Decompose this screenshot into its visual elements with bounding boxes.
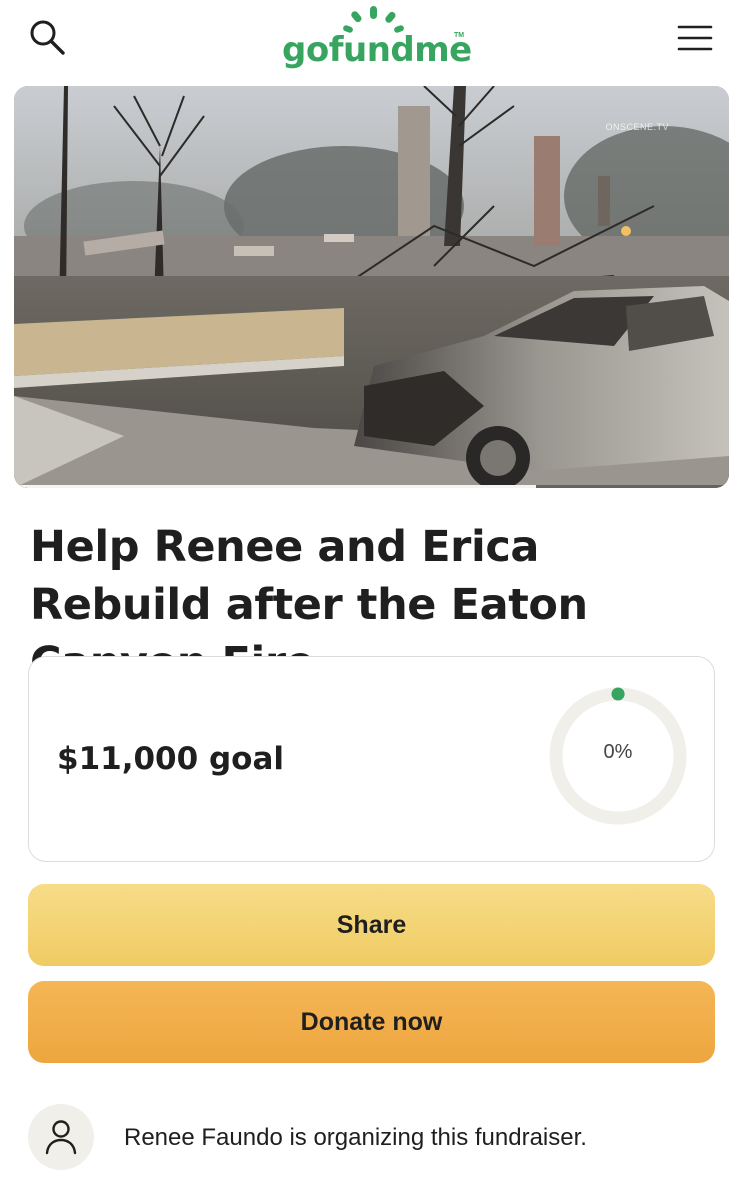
share-button[interactable]: Share — [28, 884, 715, 966]
fundraiser-page: gofundme TM ONSCENE.TV Help Renee and Er… — [0, 0, 743, 1200]
logo-wordmark: gofundme — [282, 30, 472, 70]
campaign-hero-image[interactable]: ONSCENE.TV — [14, 86, 729, 488]
search-button[interactable] — [26, 18, 70, 58]
video-progress-fill — [14, 485, 536, 488]
fire-damage-photo — [14, 86, 729, 488]
organizer-row: Renee Faundo is organizing this fundrais… — [28, 1104, 728, 1174]
avatar[interactable] — [28, 1104, 94, 1170]
progress-ring: 0% — [547, 685, 689, 827]
progress-percent: 0% — [603, 741, 633, 763]
search-icon — [30, 20, 65, 55]
menu-button[interactable] — [674, 20, 716, 56]
video-progress-bar[interactable] — [14, 485, 729, 488]
hamburger-menu-icon — [677, 25, 713, 51]
goal-amount: $11,000 goal — [57, 741, 285, 777]
top-nav-bar: gofundme TM — [0, 0, 743, 80]
organizer-text: Renee Faundo is organizing this fundrais… — [124, 1124, 587, 1151]
donate-now-button[interactable]: Donate now — [28, 981, 715, 1063]
video-watermark: ONSCENE.TV — [605, 122, 669, 132]
person-icon — [45, 1120, 77, 1155]
goal-progress-card: $11,000 goal 0% — [28, 656, 715, 862]
gofundme-logo[interactable]: gofundme TM — [276, 4, 472, 74]
logo-trademark: TM — [454, 32, 465, 39]
